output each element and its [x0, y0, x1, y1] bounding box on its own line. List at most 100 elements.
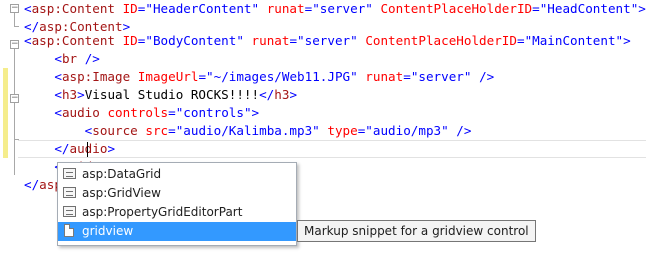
- control-icon: [63, 206, 76, 217]
- code-token: asp:Content: [31, 33, 115, 48]
- code-token: ID: [122, 1, 138, 16]
- code-token: audio: [69, 141, 108, 156]
- code-token: audio: [61, 105, 100, 120]
- collapse-icon[interactable]: −: [10, 4, 19, 13]
- code-token: ID: [122, 33, 138, 48]
- code-token: type: [327, 123, 358, 138]
- code-token: "MainContent": [524, 33, 624, 48]
- code-token: =: [516, 33, 525, 48]
- code-token: runat: [266, 1, 305, 16]
- code-token: >: [77, 87, 85, 102]
- code-token: "~/images/Web11.JPG": [206, 69, 358, 84]
- code-token: "server": [297, 33, 358, 48]
- completion-item-label: asp:PropertyGridEditorPart: [82, 205, 243, 219]
- code-token: ContentPlaceHolderID: [380, 1, 533, 16]
- code-token: "HeadContent": [539, 1, 639, 16]
- code-token: controls: [107, 105, 169, 120]
- code-line: <asp:Image ImageUrl="~/images/Web11.JPG"…: [24, 68, 494, 86]
- code-line: <br />: [24, 50, 100, 68]
- outline-line: [14, 49, 15, 175]
- code-token: asp:Content: [31, 1, 115, 16]
- intellisense-completion-list[interactable]: asp:DataGrid asp:GridView asp:PropertyGrid…: [57, 162, 297, 246]
- completion-item[interactable]: asp:GridView: [58, 184, 296, 203]
- code-token: </: [54, 141, 70, 156]
- code-token: >: [107, 141, 116, 156]
- code-token: >: [638, 1, 646, 16]
- code-token: asp:Image: [61, 69, 131, 84]
- completion-item[interactable]: asp:DataGrid: [58, 165, 296, 184]
- snippet-icon: [64, 224, 74, 237]
- code-token: </: [259, 87, 275, 102]
- code-token: />: [479, 69, 495, 84]
- code-token: "server": [410, 69, 472, 84]
- code-token: <: [54, 105, 62, 120]
- code-token: "HeaderContent": [145, 1, 260, 16]
- code-token: =: [198, 69, 207, 84]
- completion-item[interactable]: gridview: [58, 222, 296, 241]
- code-token: />: [456, 123, 472, 138]
- code-token: br: [61, 51, 78, 66]
- collapse-icon[interactable]: −: [10, 94, 19, 103]
- code-token: ContentPlaceHolderID: [365, 33, 517, 48]
- code-token: >: [251, 105, 260, 120]
- outline-end: [14, 26, 19, 27]
- code-token: =: [289, 33, 298, 48]
- control-icon: [63, 187, 76, 198]
- collapse-icon[interactable]: −: [10, 40, 19, 49]
- completion-tooltip: Markup snippet for a gridview control: [297, 220, 536, 242]
- code-token: >: [289, 87, 298, 102]
- code-token: <: [24, 33, 32, 48]
- code-token: "audio/mp3": [365, 123, 449, 138]
- code-token: ImageUrl: [137, 69, 199, 84]
- code-line: <h3>Visual Studio ROCKS!!!!</h3>: [24, 86, 297, 104]
- code-token: <: [24, 1, 32, 16]
- code-line: <asp:Content ID="HeaderContent" runat="s…: [24, 0, 646, 18]
- outline-line: [14, 13, 15, 26]
- completion-item[interactable]: asp:PropertyGridEditorPart: [58, 203, 296, 222]
- completion-item-label: asp:GridView: [82, 186, 161, 200]
- code-token: h3: [61, 87, 78, 102]
- code-token: <: [54, 51, 62, 66]
- code-line: <source src="audio/Kalimba.mp3" type="au…: [24, 122, 472, 140]
- code-token: "server": [312, 1, 373, 16]
- code-token: h3: [274, 87, 290, 102]
- code-token: Visual Studio ROCKS!!!!: [84, 87, 260, 102]
- code-token: "audio/Kalimba.mp3": [175, 123, 320, 138]
- code-token: <: [54, 87, 62, 102]
- completion-item-label: gridview: [82, 224, 134, 238]
- code-token: src: [145, 123, 169, 138]
- code-token: runat: [251, 33, 290, 48]
- code-token: source: [92, 123, 138, 138]
- control-icon: [63, 168, 76, 179]
- changed-lines-indicator: [3, 68, 8, 158]
- code-token: <: [54, 69, 62, 84]
- code-token: >: [623, 33, 631, 48]
- code-line: <asp:Content ID="BodyContent" runat="ser…: [24, 32, 631, 50]
- code-token: runat: [365, 69, 404, 84]
- code-line: </audio>: [24, 140, 115, 158]
- code-line: <audio controls="controls">: [24, 104, 259, 122]
- code-token: />: [84, 51, 100, 66]
- code-token: =: [168, 123, 176, 138]
- code-token: =: [168, 105, 176, 120]
- code-token: =: [532, 1, 540, 16]
- text-caret: [87, 142, 88, 157]
- code-token: "BodyContent": [145, 33, 244, 48]
- completion-item-label: asp:DataGrid: [82, 167, 162, 181]
- code-token: </: [24, 177, 40, 192]
- code-token: =: [403, 69, 411, 84]
